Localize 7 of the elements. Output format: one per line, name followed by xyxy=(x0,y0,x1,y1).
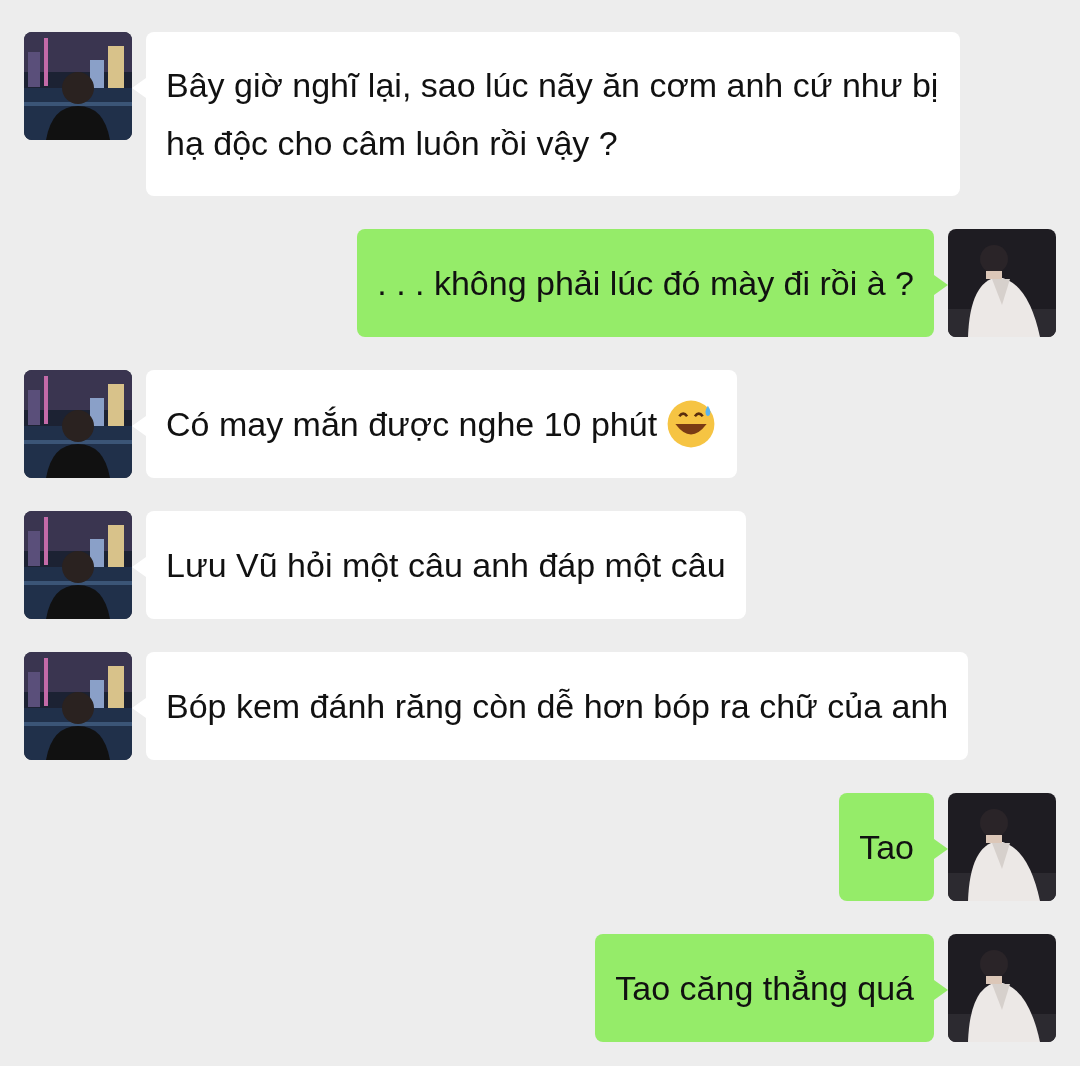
message-text: Bây giờ nghĩ lại, sao lúc nãy ăn cơm anh cứ như bị hạ độc cho câm luôn rồi vậy ? xyxy=(166,65,940,164)
message-text: Bóp kem đánh răng còn dễ hơn bóp ra chữ của anh xyxy=(166,686,949,727)
message-text: Có may mắn được nghe 10 phút xyxy=(166,404,658,445)
message-text: . . . không phải lúc đó mày đi rồi à ? xyxy=(377,263,914,304)
message-text: Tao căng thẳng quá xyxy=(615,968,914,1009)
message-text: Lưu Vũ hỏi một câu anh đáp một câu xyxy=(166,545,726,586)
message-text: Tao xyxy=(859,827,914,868)
